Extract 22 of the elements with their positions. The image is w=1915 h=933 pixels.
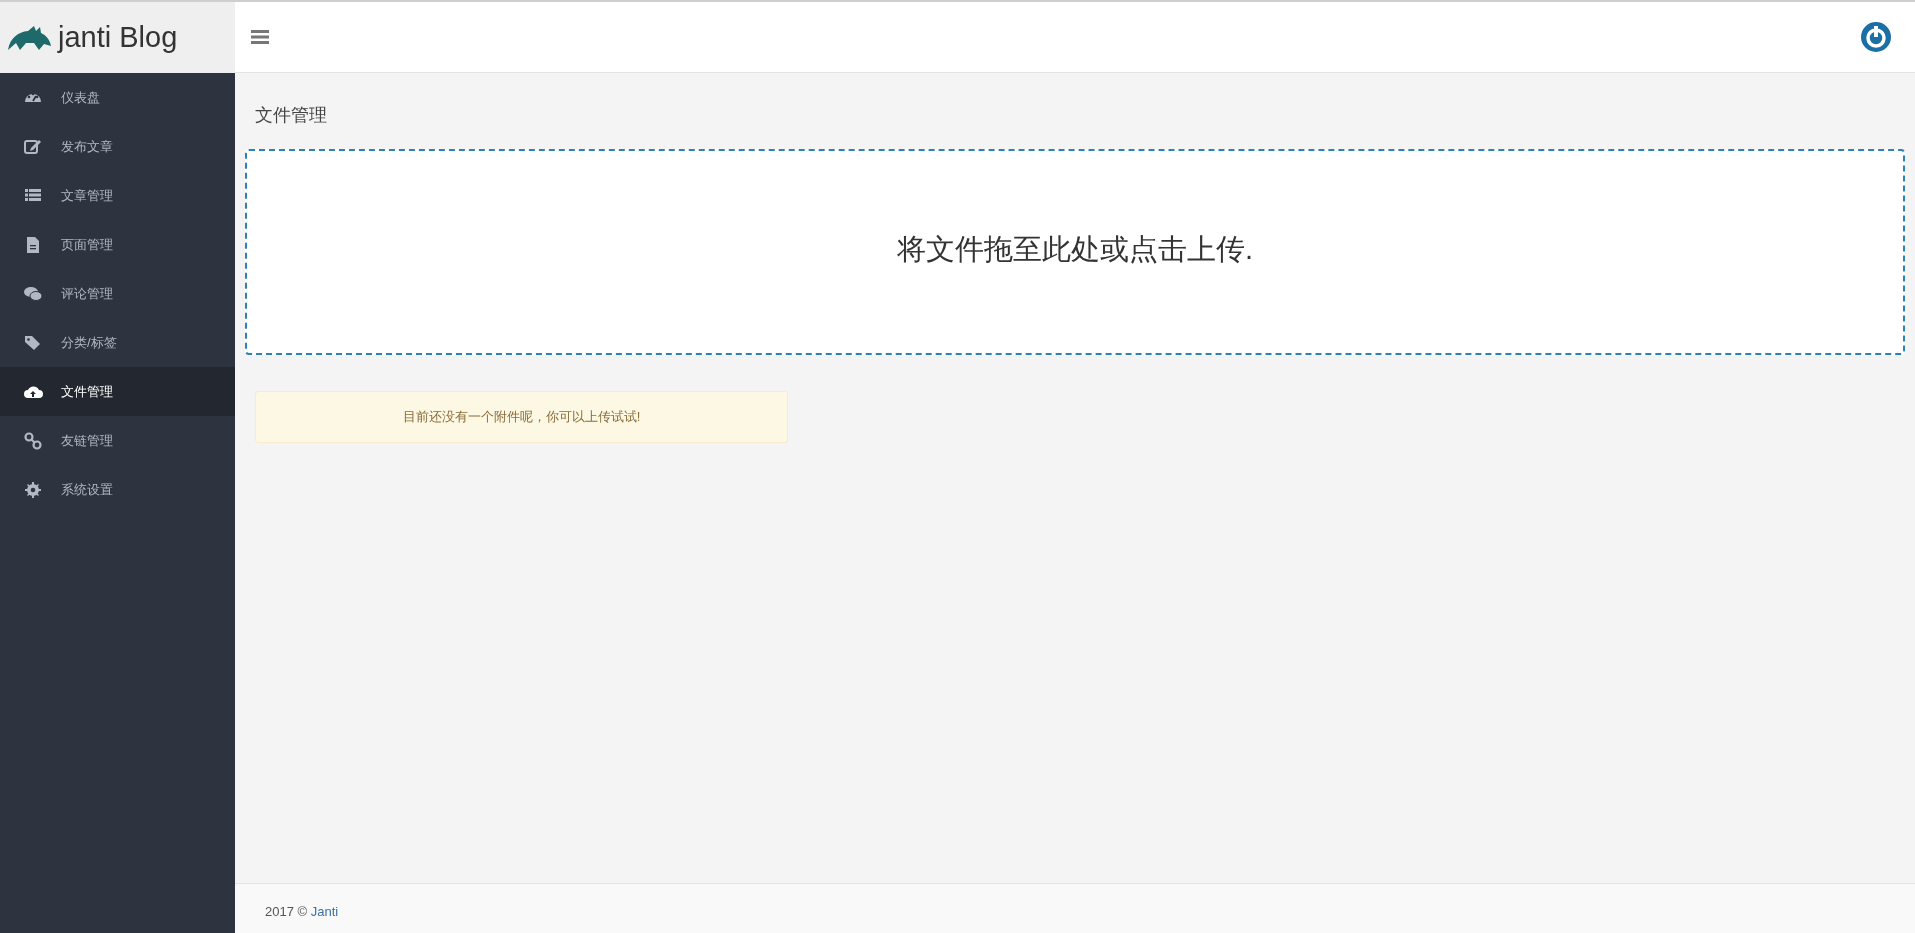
- power-icon[interactable]: [1859, 20, 1893, 54]
- sidebar-item[interactable]: 分类/标签: [0, 318, 235, 367]
- sidebar-item[interactable]: 文章管理: [0, 171, 235, 220]
- alert-message: 目前还没有一个附件呢，你可以上传试试!: [402, 408, 641, 427]
- dropzone-message: 将文件拖至此处或点击上传.: [896, 232, 1254, 268]
- rhino-logo-icon: [6, 23, 52, 52]
- brand-logo-area[interactable]: janti Blog: [0, 2, 235, 73]
- page-title: 文件管理: [254, 104, 328, 127]
- settings-icon: [23, 479, 43, 500]
- footer-copyright: 2017 © Janti: [265, 902, 339, 921]
- sidebar-item[interactable]: 系统设置: [0, 465, 235, 514]
- sidebar-item[interactable]: 友链管理: [0, 416, 235, 465]
- upload-dropzone[interactable]: 将文件拖至此处或点击上传.: [245, 149, 1905, 355]
- brand-title: janti Blog: [58, 23, 178, 52]
- chain-link-icon: [23, 430, 43, 451]
- menu-icon[interactable]: [251, 29, 269, 45]
- sidebar-item[interactable]: 仪表盘: [0, 73, 235, 122]
- sidebar-item[interactable]: 文件管理: [0, 367, 235, 416]
- sidebar-item[interactable]: 发布文章: [0, 122, 235, 171]
- sidebar-item[interactable]: 评论管理: [0, 269, 235, 318]
- sidebar-item[interactable]: 页面管理: [0, 220, 235, 269]
- footer-link[interactable]: Janti: [310, 903, 339, 919]
